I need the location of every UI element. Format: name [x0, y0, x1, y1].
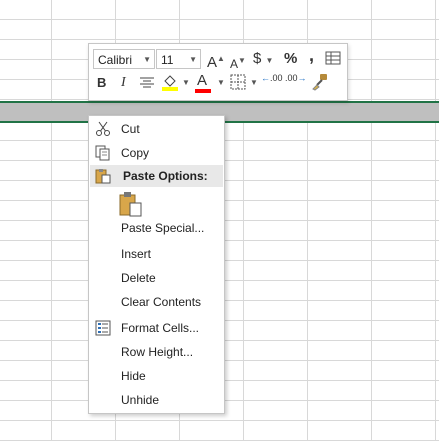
chevron-down-icon: ▼: [143, 55, 151, 64]
shrink-font-glyph: A: [230, 57, 239, 71]
menu-item-cut[interactable]: Cut: [89, 118, 224, 140]
chevron-down-icon[interactable]: ▼: [217, 78, 225, 87]
menu-item-label: Hide: [121, 369, 146, 383]
menu-item-label: Delete: [121, 271, 156, 285]
menu-item-row-height[interactable]: Row Height...: [89, 341, 224, 363]
grow-font-glyph: A: [207, 54, 218, 71]
accounting-format-button[interactable]: $ ▼: [253, 50, 273, 70]
format-painter-icon[interactable]: [311, 73, 329, 96]
clipboard-icon: [95, 168, 111, 191]
row-gridline: [0, 19, 439, 20]
decrease-decimal-label: .00: [285, 73, 298, 83]
paste-clipboard-icon: [119, 192, 142, 217]
menu-item-insert[interactable]: Insert: [89, 243, 224, 265]
menu-item-delete[interactable]: Delete: [89, 267, 224, 289]
menu-item-label: Paste Special...: [121, 221, 205, 235]
chevron-down-icon: ▼: [189, 55, 197, 64]
menu-item-label: Cut: [121, 122, 140, 136]
menu-item-label: Clear Contents: [121, 295, 202, 309]
increase-decimal-label: .00: [270, 73, 283, 83]
menu-item-label: Copy: [121, 146, 150, 160]
menu-item-format-cells[interactable]: Format Cells...: [89, 317, 224, 339]
row-gridline: [0, 39, 439, 40]
align-center-button[interactable]: [139, 76, 155, 95]
font-color-swatch: [195, 89, 211, 93]
menu-item-clear-contents[interactable]: Clear Contents: [89, 291, 224, 313]
paste-button[interactable]: [119, 191, 143, 217]
comma-style-button[interactable]: ,: [309, 46, 314, 64]
format-painter-table-icon[interactable]: [325, 50, 341, 71]
font-size-combo[interactable]: 11 ▼: [156, 49, 201, 69]
menu-item-hide[interactable]: Hide: [89, 365, 224, 387]
format-cells-icon: [95, 320, 111, 336]
borders-button[interactable]: [230, 74, 246, 95]
mini-toolbar: Calibri ▼ 11 ▼ A▲ A▼ $ ▼ % , B I ▼ A ▼ ▼…: [88, 43, 348, 101]
scissors-icon: [95, 121, 111, 137]
menu-item-label: Unhide: [121, 393, 160, 407]
font-size-value: 11: [161, 53, 174, 67]
decrease-font-size-button[interactable]: A▼: [230, 52, 246, 73]
menu-item-label: Row Height...: [121, 345, 194, 359]
menu-item-unhide[interactable]: Unhide: [89, 389, 224, 411]
copy-icon: [95, 145, 111, 161]
menu-item-label: Insert: [121, 247, 152, 261]
paste-options-label: Paste Options:: [123, 169, 208, 183]
context-menu: Cut Copy Paste Options: Paste Special...…: [88, 115, 225, 414]
font-name-combo[interactable]: Calibri ▼: [93, 49, 155, 69]
percent-style-button[interactable]: %: [284, 50, 297, 68]
menu-item-copy[interactable]: Copy: [89, 142, 224, 164]
bold-button[interactable]: B: [97, 74, 106, 92]
font-color-button[interactable]: A: [195, 72, 211, 93]
italic-button[interactable]: I: [121, 74, 126, 92]
currency-glyph: $: [253, 50, 262, 67]
decrease-decimal-button[interactable]: .00→: [285, 73, 307, 83]
menu-item-paste-special[interactable]: Paste Special...: [89, 217, 224, 239]
fill-color-button[interactable]: [161, 73, 179, 96]
chevron-down-icon[interactable]: ▼: [250, 78, 258, 87]
font-color-glyph: A: [197, 72, 208, 89]
font-name-value: Calibri: [98, 53, 133, 67]
increase-decimal-button[interactable]: ←.00: [261, 73, 283, 83]
increase-font-size-button[interactable]: A▲: [207, 50, 225, 72]
paste-options-header: Paste Options:: [90, 165, 223, 187]
row-gridline: [0, 420, 439, 421]
menu-item-label: Format Cells...: [121, 321, 200, 335]
chevron-down-icon[interactable]: ▼: [182, 78, 190, 87]
